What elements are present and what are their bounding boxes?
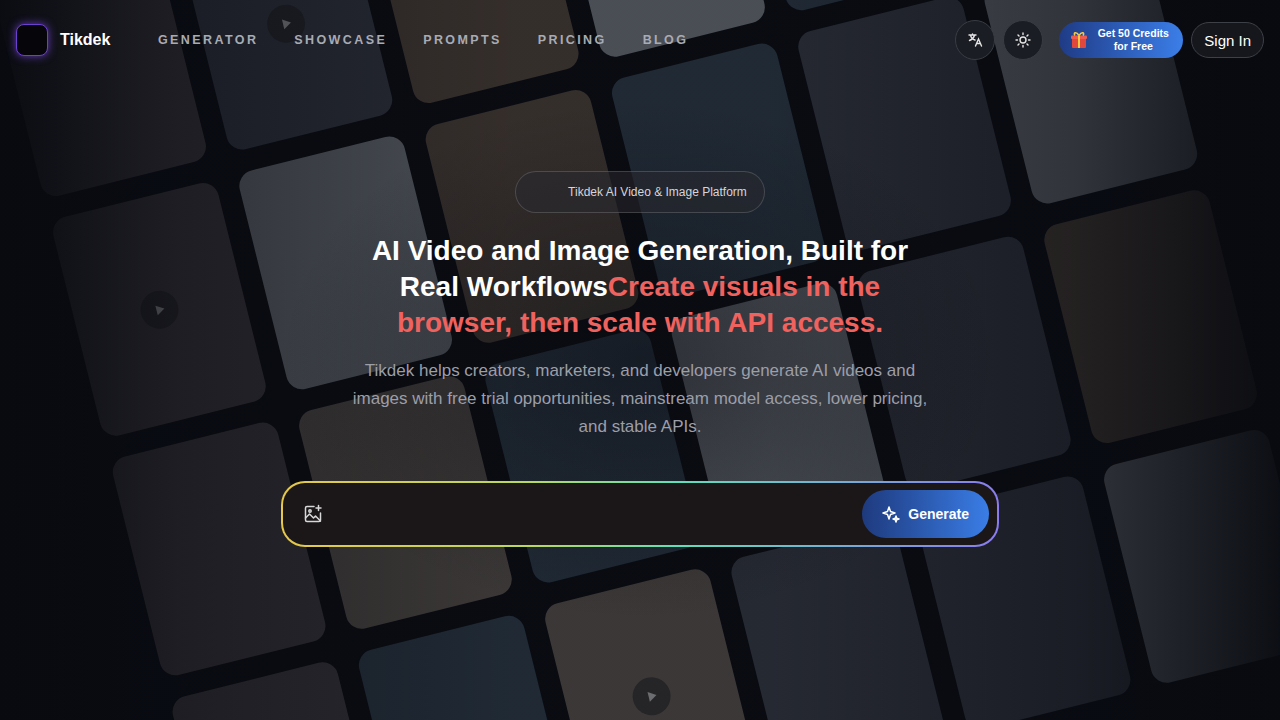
logo-icon[interactable]	[16, 24, 48, 56]
header-actions: Get 50 Credits for FreeSign In	[955, 20, 1264, 60]
prompt-input[interactable]	[335, 504, 850, 524]
nav-item[interactable]: BLOG	[643, 33, 689, 47]
nav-item[interactable]: PRICING	[538, 33, 607, 47]
nav-item[interactable]: SHOWCASE	[294, 33, 387, 47]
landing-page: Tikdek GENERATOR SHOWCASE PROMPTS PRICING BLO…	[0, 0, 1280, 720]
platform-badge: Tikdek AI Video & Image Platform	[515, 171, 765, 213]
sign-in-button[interactable]: Sign In	[1191, 22, 1264, 58]
upload-image-button[interactable]	[303, 504, 323, 524]
prompt-box: Generate	[281, 481, 999, 547]
brand[interactable]: Tikdek	[16, 24, 158, 56]
hero-subtitle: Tikdek helps creators, marketers, and de…	[345, 357, 935, 441]
brand-name[interactable]: Tikdek	[60, 31, 110, 49]
gift-icon	[1069, 30, 1089, 50]
credits-button[interactable]: Get 50 Credits for Free	[1059, 22, 1183, 58]
top-bar: Tikdek GENERATOR SHOWCASE PROMPTS PRICING BLO…	[0, 0, 1280, 80]
hero: Tikdek AI Video & Image Platform AI Video…	[0, 80, 1280, 547]
generate-button[interactable]: Generate	[862, 490, 989, 538]
background-overlay	[0, 0, 1280, 720]
image-upload-icon	[303, 504, 323, 524]
hero-title: AI Video and Image Generation, Built for…	[360, 233, 920, 341]
theme-button[interactable]	[1003, 20, 1043, 60]
language-button[interactable]	[955, 20, 995, 60]
sparkle-icon	[882, 505, 900, 523]
sun-icon	[1015, 32, 1031, 48]
nav-item[interactable]: PROMPTS	[423, 33, 502, 47]
translate-icon	[967, 32, 983, 48]
main-nav: GENERATOR SHOWCASE PROMPTS PRICING BLOG	[158, 33, 688, 47]
nav-item[interactable]: GENERATOR	[158, 33, 258, 47]
hero-highlight: Create visuals in the browser, then scal…	[397, 271, 883, 338]
